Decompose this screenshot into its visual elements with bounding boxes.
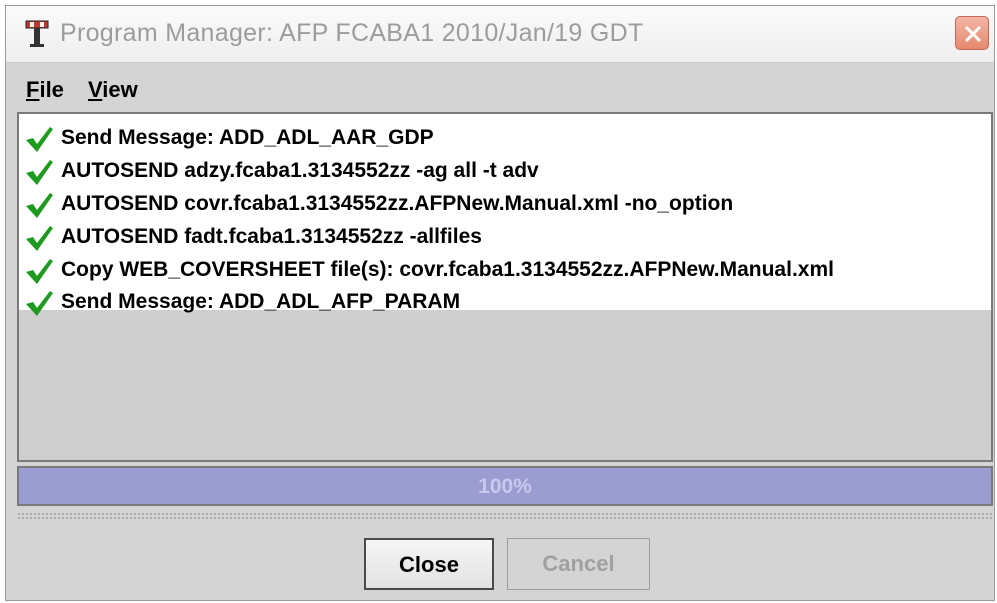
close-button[interactable]: Close <box>364 538 494 590</box>
menu-file[interactable]: File <box>26 77 64 103</box>
checkmark-icon <box>24 191 54 219</box>
separator <box>17 512 993 520</box>
steps-list[interactable]: Send Message: ADD_ADL_AAR_GDP AUTOSEND a… <box>17 112 993 462</box>
window-title: Program Manager: AFP FCABA1 2010/Jan/19 … <box>60 19 644 47</box>
menu-file-mnemonic: F <box>26 77 40 102</box>
menu-view-label: iew <box>102 77 138 102</box>
checkmark-icon <box>24 224 54 252</box>
list-item[interactable]: Send Message: ADD_ADL_AAR_GDP <box>19 122 991 155</box>
list-item[interactable]: Copy WEB_COVERSHEET file(s): covr.fcaba1… <box>19 254 991 287</box>
checkmark-icon <box>24 158 54 186</box>
checkmark-icon <box>24 289 54 317</box>
checkmark-icon <box>24 257 54 285</box>
list-item[interactable]: AUTOSEND covr.fcaba1.3134552zz.AFPNew.Ma… <box>19 188 991 221</box>
menu-bar: File View <box>6 66 994 106</box>
step-label: Copy WEB_COVERSHEET file(s): covr.fcaba1… <box>61 258 834 281</box>
step-label: AUTOSEND covr.fcaba1.3134552zz.AFPNew.Ma… <box>61 192 734 215</box>
list-item[interactable]: AUTOSEND adzy.fcaba1.3134552zz -ag all -… <box>19 155 991 188</box>
progress-label: 100% <box>478 475 532 498</box>
checkmark-icon <box>24 125 54 153</box>
progress-bar: 100% <box>17 466 993 506</box>
title-bar[interactable]: Program Manager: AFP FCABA1 2010/Jan/19 … <box>6 6 994 63</box>
menu-view[interactable]: View <box>88 77 138 103</box>
list-item[interactable]: AUTOSEND fadt.fcaba1.3134552zz -allfiles <box>19 221 991 254</box>
step-label: Send Message: ADD_ADL_AAR_GDP <box>61 126 434 149</box>
cancel-button[interactable]: Cancel <box>507 538 650 590</box>
step-label: AUTOSEND adzy.fcaba1.3134552zz -ag all -… <box>61 159 539 182</box>
menu-view-mnemonic: V <box>88 77 103 102</box>
app-icon <box>24 19 50 49</box>
program-manager-window: Program Manager: AFP FCABA1 2010/Jan/19 … <box>5 5 995 601</box>
menu-file-label: ile <box>39 77 64 102</box>
close-icon <box>964 25 982 43</box>
step-label: AUTOSEND fadt.fcaba1.3134552zz -allfiles <box>61 225 482 248</box>
window-close-button[interactable] <box>955 16 989 50</box>
step-label: Send Message: ADD_ADL_AFP_PARAM <box>61 290 461 313</box>
steps-list-items: Send Message: ADD_ADL_AAR_GDP AUTOSEND a… <box>19 114 991 316</box>
list-item[interactable]: Send Message: ADD_ADL_AFP_PARAM <box>19 286 991 319</box>
